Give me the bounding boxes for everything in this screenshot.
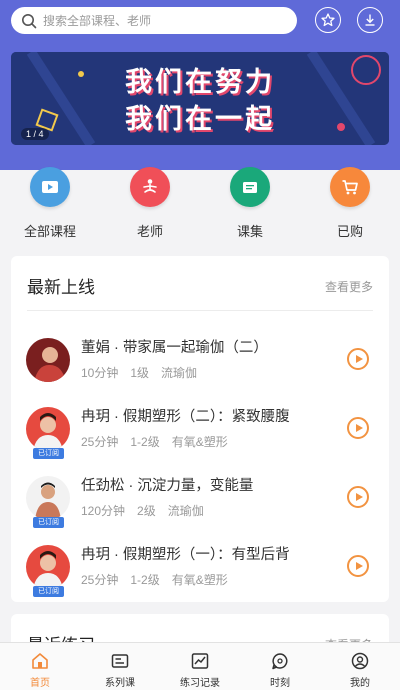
course-title: 冉玥 · 假期塑形（一）：有型后背 (81, 547, 290, 563)
course-title: 任劲松 · 沉淀力量，变能量 (81, 478, 254, 494)
series-icon (111, 654, 129, 668)
tab-home[interactable]: 首页 (0, 643, 80, 690)
star-icon (321, 13, 335, 27)
course-style: 流瑜伽 (167, 504, 204, 518)
banner-headline-2: 我们在一起 (125, 104, 275, 134)
banner-headline-1: 我们在努力 (125, 67, 275, 97)
course-title: 董娟 · 带家属一起瑜伽（二） (81, 340, 268, 356)
tab-label: 时刻 (270, 678, 290, 689)
course-item[interactable]: 董娟 · 带家属一起瑜伽（二） 10分钟 1级 流瑜伽 (11, 332, 389, 392)
tab-series[interactable]: 系列课 (80, 643, 160, 690)
course-meta: 25分钟 1-2级 有氧&塑形 (81, 571, 240, 588)
course-meta: 120分钟 2级 流瑜伽 (81, 502, 216, 519)
promo-banner[interactable]: 我们在努力 我们在一起 1 / 4 (11, 52, 389, 145)
folder-icon (230, 167, 270, 207)
course-meta: 10分钟 1级 流瑜伽 (81, 364, 209, 381)
category-nav: 全部课程 老师 课集 已购 (0, 167, 400, 245)
tab-moments[interactable]: 时刻 (240, 643, 320, 690)
search-bar[interactable]: 搜索全部课程、老师 (11, 7, 297, 34)
course-item[interactable]: 已订阅 冉玥 · 假期塑形（一）：有型后背 25分钟 1-2级 有氧&塑形 (11, 539, 389, 599)
divider (27, 310, 373, 311)
chart-icon (191, 653, 209, 669)
teacher-avatar (26, 407, 70, 451)
course-item[interactable]: 已订阅 冉玥 · 假期塑形（二）：紧致腰腹 25分钟 1-2级 有氧&塑形 (11, 401, 389, 461)
course-level: 1-2级 (130, 573, 160, 587)
teacher-avatar (26, 338, 70, 382)
play-button[interactable] (347, 417, 369, 439)
course-title: 冉玥 · 假期塑形（二）：紧致腰腹 (81, 409, 290, 425)
category-purchased[interactable]: 已购 (300, 167, 400, 245)
search-icon (22, 13, 37, 28)
play-icon (355, 562, 363, 570)
course-meta: 25分钟 1-2级 有氧&塑形 (81, 433, 240, 450)
category-label: 全部课程 (23, 224, 76, 239)
tab-label: 练习记录 (180, 678, 220, 689)
teacher-avatar (26, 476, 70, 520)
teacher-avatar (26, 545, 70, 589)
search-placeholder: 搜索全部课程、老师 (43, 14, 152, 28)
tab-label: 首页 (30, 678, 50, 689)
course-duration: 10分钟 (81, 366, 119, 380)
play-button[interactable] (347, 348, 369, 370)
tab-label: 我的 (350, 678, 370, 689)
latest-section: 最新上线 查看更多 董娟 · 带家属一起瑜伽（二） 10分钟 1级 流瑜伽 已订阅 … (11, 256, 389, 602)
course-level: 1级 (130, 366, 150, 380)
user-icon (351, 652, 369, 670)
subscribed-badge: 已订阅 (33, 448, 64, 459)
cart-icon (330, 167, 370, 207)
category-teachers[interactable]: 老师 (100, 167, 200, 245)
bottom-tab-bar: 首页 系列课 练习记录 时刻 我的 (0, 642, 400, 690)
course-level: 1-2级 (130, 435, 160, 449)
subscribed-badge: 已订阅 (33, 517, 64, 528)
play-icon (355, 493, 363, 501)
category-label: 课集 (236, 224, 263, 239)
banner-pager: 1 / 4 (21, 128, 49, 140)
video-icon (30, 167, 70, 207)
tab-practice-record[interactable]: 练习记录 (160, 643, 240, 690)
course-duration: 25分钟 (81, 573, 119, 587)
download-button[interactable] (357, 7, 383, 33)
play-icon (355, 424, 363, 432)
download-icon (365, 14, 375, 26)
home-icon (32, 653, 48, 669)
course-item[interactable]: 已订阅 任劲松 · 沉淀力量，变能量 120分钟 2级 流瑜伽 (11, 470, 389, 530)
category-label: 老师 (136, 224, 163, 239)
play-icon (355, 355, 363, 363)
play-button[interactable] (347, 486, 369, 508)
favorites-button[interactable] (315, 7, 341, 33)
subscribed-badge: 已订阅 (33, 586, 64, 597)
course-duration: 120分钟 (81, 504, 126, 518)
moment-icon (272, 653, 288, 670)
tab-label: 系列课 (105, 678, 135, 689)
course-level: 2级 (137, 504, 156, 518)
section-title: 最新上线 (27, 278, 95, 297)
category-all-courses[interactable]: 全部课程 (0, 167, 100, 245)
play-button[interactable] (347, 555, 369, 577)
course-style: 有氧&塑形 (171, 573, 228, 587)
course-style: 有氧&塑形 (171, 435, 228, 449)
category-label: 已购 (336, 224, 363, 239)
course-style: 流瑜伽 (161, 366, 198, 380)
view-more-link[interactable]: 查看更多 (325, 278, 373, 295)
course-duration: 25分钟 (81, 435, 119, 449)
tab-profile[interactable]: 我的 (320, 643, 400, 690)
category-collections[interactable]: 课集 (200, 167, 300, 245)
meditation-icon (130, 167, 170, 207)
